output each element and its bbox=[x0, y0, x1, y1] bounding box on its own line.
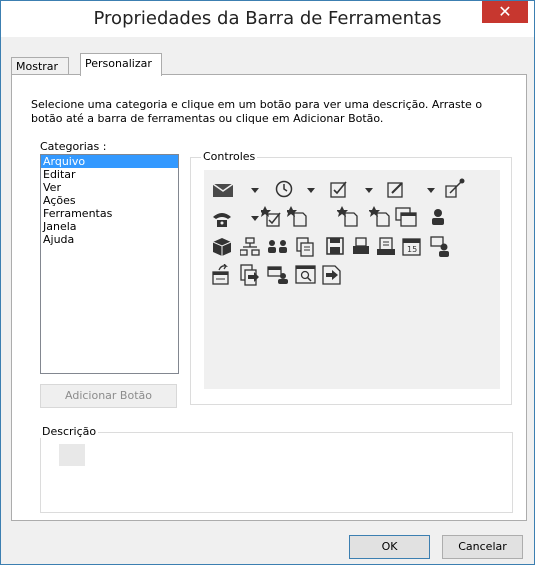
group-contacts-icon[interactable] bbox=[267, 239, 289, 255]
title-bar: Propriedades da Barra de Ferramentas ✕ bbox=[1, 1, 534, 37]
edit-note-icon[interactable] bbox=[387, 180, 405, 198]
org-chart-icon[interactable] bbox=[240, 237, 260, 257]
category-item-janela[interactable]: Janela bbox=[41, 220, 178, 233]
categories-listbox[interactable]: Arquivo Editar Ver Ações Ferramentas Jan… bbox=[40, 154, 179, 374]
mail-icon[interactable] bbox=[212, 182, 234, 198]
dropdown-arrow-icon[interactable] bbox=[365, 188, 373, 193]
print-preview-icon[interactable] bbox=[377, 237, 397, 257]
svg-text:15: 15 bbox=[407, 245, 417, 254]
categories-label: Categorias : bbox=[40, 140, 107, 153]
category-item-ver[interactable]: Ver bbox=[41, 181, 178, 194]
description-label: Descrição bbox=[40, 425, 99, 438]
new-task-icon[interactable] bbox=[261, 204, 283, 228]
controls-palette: 15 bbox=[204, 170, 500, 389]
printer-icon[interactable] bbox=[352, 237, 370, 255]
dropdown-arrow-icon[interactable] bbox=[251, 216, 259, 221]
package-icon[interactable] bbox=[212, 237, 232, 257]
category-item-ferramentas[interactable]: Ferramentas bbox=[41, 207, 178, 220]
contact-card-icon[interactable] bbox=[430, 236, 450, 258]
description-preview-icon bbox=[59, 444, 85, 466]
category-item-ajuda[interactable]: Ajuda bbox=[41, 233, 178, 246]
new-item-copy-icon[interactable] bbox=[369, 204, 391, 228]
tab-personalizar[interactable]: Personalizar bbox=[80, 53, 162, 76]
add-button[interactable]: Adicionar Botão bbox=[40, 384, 177, 408]
save-icon[interactable] bbox=[326, 237, 344, 255]
tab-mostrar[interactable]: Mostrar bbox=[11, 57, 69, 75]
calendar-icon[interactable]: 15 bbox=[402, 237, 422, 257]
pin-note-icon[interactable] bbox=[444, 178, 466, 198]
category-item-editar[interactable]: Editar bbox=[41, 168, 178, 181]
new-item-star-icon[interactable] bbox=[337, 204, 359, 228]
window-title: Propriedades da Barra de Ferramentas bbox=[93, 8, 442, 29]
description-groupbox: Descrição bbox=[40, 425, 513, 513]
category-item-arquivo[interactable]: Arquivo bbox=[41, 155, 178, 168]
dropdown-arrow-icon[interactable] bbox=[427, 188, 435, 193]
new-folder-icon[interactable] bbox=[394, 204, 418, 228]
close-button[interactable]: ✕ bbox=[482, 1, 528, 23]
checkbox-task-icon[interactable] bbox=[330, 180, 348, 198]
category-item-acoes[interactable]: Ações bbox=[41, 194, 178, 207]
dropdown-arrow-icon[interactable] bbox=[307, 188, 315, 193]
folder-open-icon[interactable] bbox=[211, 264, 231, 286]
cancel-button[interactable]: Cancelar bbox=[442, 535, 523, 559]
instructions-text: Selecione uma categoria e clique em um b… bbox=[31, 98, 483, 125]
ok-button[interactable]: OK bbox=[349, 535, 430, 559]
clock-icon[interactable] bbox=[275, 180, 293, 198]
toolbar-properties-dialog: Propriedades da Barra de Ferramentas ✕ M… bbox=[0, 0, 535, 565]
form-icon[interactable] bbox=[296, 237, 314, 257]
dropdown-arrow-icon[interactable] bbox=[251, 188, 259, 193]
new-item-icon[interactable] bbox=[287, 204, 309, 228]
view-icon[interactable] bbox=[295, 265, 317, 285]
contact-icon[interactable] bbox=[430, 208, 446, 226]
contact-folder-icon[interactable] bbox=[267, 266, 289, 284]
phone-icon[interactable] bbox=[212, 210, 232, 228]
import-icon[interactable] bbox=[322, 265, 344, 285]
move-to-icon[interactable] bbox=[239, 264, 261, 286]
controls-label: Controles bbox=[201, 150, 258, 163]
